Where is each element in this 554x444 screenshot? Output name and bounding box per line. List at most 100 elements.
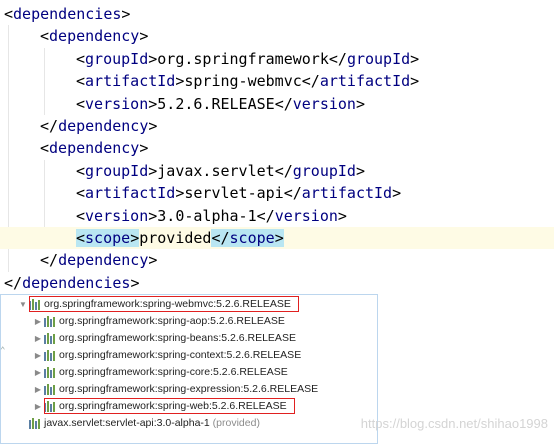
tag-value: org.springframework <box>157 49 329 68</box>
code-line[interactable]: <artifactId>servlet-api</artifactId> <box>0 182 554 204</box>
library-icon <box>44 350 56 361</box>
collapse-arrow-icon[interactable]: ▶ <box>32 398 44 415</box>
tag-name: groupId <box>85 161 149 180</box>
dependency-label: org.springframework:spring-core:5.2.6.RE… <box>59 366 288 378</box>
tag-name: groupId <box>292 161 356 180</box>
code-line[interactable]: </dependencies> <box>0 272 554 294</box>
bracket: > <box>410 49 420 68</box>
bracket: </ <box>4 273 23 292</box>
tag-name: version <box>292 94 356 113</box>
tree-node[interactable]: ▶ org.springframework:spring-context:5.2.… <box>32 347 301 364</box>
tag-name: groupId <box>346 49 411 68</box>
library-icon <box>29 418 41 429</box>
bracket: > <box>392 184 402 203</box>
bracket: </ <box>274 161 293 180</box>
gutter-marker: ⌃ <box>0 346 6 356</box>
collapse-arrow-icon[interactable]: ▶ <box>32 381 44 398</box>
dependency-label: org.springframework:spring-expression:5.… <box>59 383 319 395</box>
open-tag: <dependency> <box>40 27 148 45</box>
bracket: > <box>410 72 420 91</box>
bracket: > <box>355 94 365 113</box>
close-tag: </groupId> <box>275 162 365 180</box>
bracket: < <box>76 72 86 91</box>
open-tag: <artifactId> <box>76 184 184 202</box>
close-tag: </dependencies> <box>4 274 139 292</box>
tag-name: dependencies <box>13 5 122 23</box>
close-tag: </dependency> <box>40 117 157 135</box>
tag-name: artifactId <box>85 184 176 203</box>
bracket: > <box>121 5 131 23</box>
collapse-arrow-icon[interactable]: ▶ <box>32 313 44 330</box>
bracket: > <box>148 251 158 270</box>
code-line[interactable]: <dependency> <box>0 137 554 159</box>
bracket: > <box>148 49 158 68</box>
bracket: > <box>130 229 140 247</box>
open-tag: <artifactId> <box>76 72 184 90</box>
bracket: > <box>337 206 347 225</box>
library-icon <box>44 367 56 378</box>
close-tag: </artifactId> <box>284 184 401 202</box>
library-icon <box>44 333 56 344</box>
dependency-label: org.springframework:spring-beans:5.2.6.R… <box>59 332 296 344</box>
bracket: </ <box>328 49 347 68</box>
code-line[interactable]: <version>3.0-alpha-1</version> <box>0 205 554 227</box>
bracket: </ <box>283 184 302 203</box>
tree-node[interactable]: ▶ org.springframework:spring-expression:5… <box>32 381 318 398</box>
bracket: </ <box>211 229 230 247</box>
bracket: < <box>76 206 86 225</box>
tag-name: dependencies <box>22 273 131 292</box>
bracket: > <box>355 161 365 180</box>
bracket: </ <box>301 72 320 91</box>
tag-name: version <box>85 94 149 113</box>
bracket: > <box>130 273 140 292</box>
code-line[interactable]: <dependency> <box>0 25 554 47</box>
tag-name: artifactId <box>301 184 393 203</box>
open-tag: <dependency> <box>40 139 148 157</box>
tag-name: scope <box>229 229 275 247</box>
bracket: < <box>76 49 86 68</box>
tree-node[interactable]: ▶ org.springframework:spring-beans:5.2.6.… <box>32 330 296 347</box>
tag-name: version <box>85 206 149 225</box>
collapse-arrow-icon[interactable]: ▶ <box>32 364 44 381</box>
tag-name: dependency <box>58 117 149 135</box>
open-tag: <version> <box>76 207 157 225</box>
library-icon <box>44 316 56 327</box>
highlight-box <box>44 398 295 414</box>
bracket: < <box>40 139 50 158</box>
collapse-arrow-icon[interactable]: ▶ <box>32 347 44 364</box>
tree-node[interactable]: ▶ org.springframework:spring-core:5.2.6.R… <box>32 364 288 381</box>
bracket: > <box>139 139 149 158</box>
code-line[interactable]: <groupId>javax.servlet</groupId> <box>0 160 554 182</box>
code-line[interactable]: <groupId>org.springframework</groupId> <box>0 48 554 70</box>
bracket: < <box>76 94 86 113</box>
code-line[interactable]: </dependency> <box>0 249 554 271</box>
bracket: < <box>40 27 50 46</box>
tag-value: servlet-api <box>184 184 284 203</box>
bracket: > <box>148 206 158 225</box>
code-line[interactable]: <dependencies> <box>0 3 554 25</box>
open-tag: <dependencies> <box>4 5 130 23</box>
tag-name: scope <box>85 229 131 247</box>
close-tag: </groupId> <box>329 50 419 68</box>
tag-name: version <box>274 206 338 225</box>
bracket: < <box>76 184 86 203</box>
expand-arrow-icon[interactable]: ▼ <box>17 296 29 313</box>
bracket: < <box>76 229 86 247</box>
open-tag: <version> <box>76 95 157 113</box>
code-line[interactable]: </dependency> <box>0 115 554 137</box>
code-line[interactable]: <artifactId>spring-webmvc</artifactId> <box>0 70 554 92</box>
bracket: > <box>274 229 284 247</box>
collapse-arrow-icon[interactable]: ▶ <box>32 330 44 347</box>
code-line[interactable]: <version>5.2.6.RELEASE</version> <box>0 93 554 115</box>
bracket: > <box>148 117 158 135</box>
bracket: </ <box>40 117 59 135</box>
tree-node[interactable]: ▶ org.springframework:spring-aop:5.2.6.RE… <box>32 313 285 330</box>
tree-node[interactable]: javax.servlet:servlet-api:3.0-alpha-1 (p… <box>17 415 260 432</box>
open-tag: <scope> <box>76 229 140 247</box>
xml-code-editor[interactable]: <dependencies> <dependency> <groupId>org.s… <box>0 0 554 296</box>
code-line[interactable]: <scope>provided</scope> <box>0 227 554 250</box>
bracket: > <box>148 94 158 113</box>
bracket: < <box>4 5 14 23</box>
dependency-label: org.springframework:spring-context:5.2.6… <box>59 349 302 361</box>
